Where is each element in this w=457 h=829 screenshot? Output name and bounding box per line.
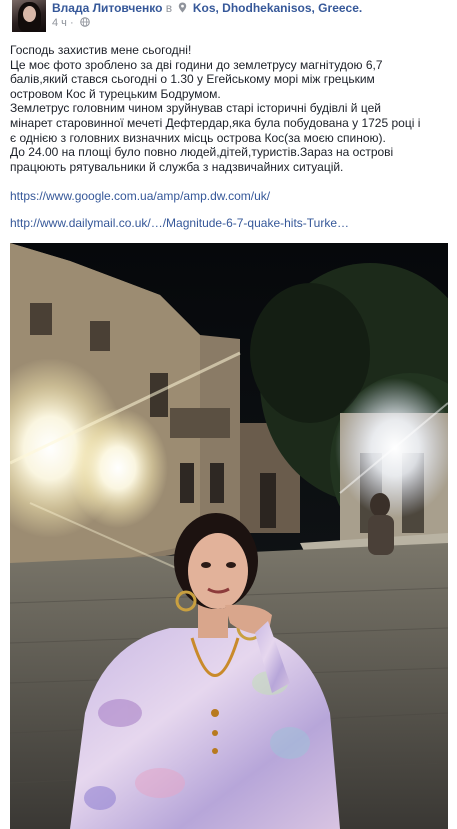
post-text-line: є однією з головних визначних місць остр… <box>10 130 386 145</box>
map-pin-icon <box>179 2 187 13</box>
post-text-line: До 24.00 на площі було повно людей,дітей… <box>10 145 394 160</box>
post-text: Господь захистив мене сьогодні! Це моє ф… <box>10 43 450 174</box>
post-text-line: балів,який стався сьогодні о 1.30 у Егей… <box>10 72 375 87</box>
post-text-line: мінарет старовинної мечеті Дефтердар,яка… <box>10 115 421 130</box>
post-time[interactable]: 4 ч <box>52 17 67 29</box>
author-line: Влада Литовченко в Kos, Dhodhekanisos, G… <box>52 1 362 15</box>
post-header: Влада Литовченко в Kos, Dhodhekanisos, G… <box>10 0 450 38</box>
author-name[interactable]: Влада Литовченко <box>52 1 162 15</box>
location-connector: в <box>165 1 173 15</box>
avatar[interactable] <box>12 0 46 32</box>
globe-icon[interactable] <box>79 17 90 27</box>
post-text-line: працюють рятувальники й служба з надзвич… <box>10 159 344 174</box>
location-link[interactable]: Kos, Dhodhekanisos, Greece. <box>193 1 362 15</box>
night-square-photo <box>10 243 448 829</box>
post-text-line: Землетрус головним чином зруйнував старі… <box>10 101 381 116</box>
dailymail-link[interactable]: http://www.dailymail.co.uk/…/Magnitude-6… <box>10 216 349 230</box>
post-meta: 4 ч · <box>52 17 90 29</box>
google-link[interactable]: https://www.google.com.ua/amp/amp.dw.com… <box>10 189 270 203</box>
post-text-line: Господь захистив мене сьогодні! <box>10 43 192 57</box>
post-text-line: Це моє фото зроблено за дві години до зе… <box>10 57 383 72</box>
post-text-line: островом Кос й турецьким Бодрумом. <box>10 86 221 101</box>
post-photo[interactable] <box>10 243 448 829</box>
